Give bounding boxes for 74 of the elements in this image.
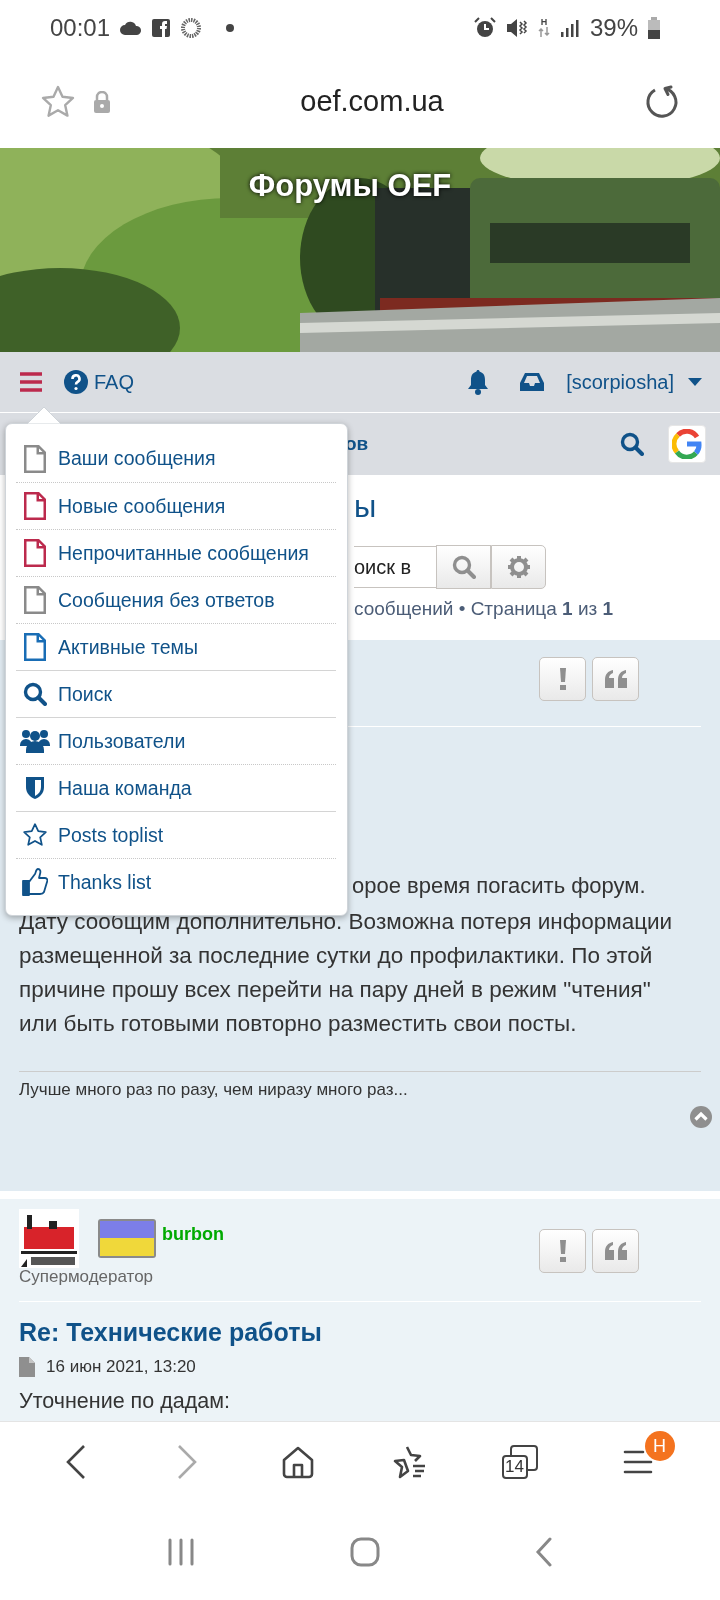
menu-item[interactable]: Сообщения без ответов — [16, 576, 336, 623]
dot-icon — [226, 23, 235, 32]
menu-item[interactable]: Активные темы — [16, 623, 336, 670]
cloud-icon — [120, 20, 143, 35]
quote-button[interactable] — [592, 657, 639, 701]
network-type-label: H — [540, 18, 548, 27]
url-text[interactable]: oef.com.ua — [128, 85, 626, 118]
alarm-icon — [473, 16, 496, 39]
faq-link[interactable]: FAQ — [64, 370, 134, 394]
search-icon — [451, 555, 476, 579]
user-menu-link[interactable]: [scorpiosha] — [566, 370, 702, 394]
menu-item[interactable]: Новые сообщения — [16, 482, 336, 529]
signature-text: Лучше много раз по разу, чем ниразу много раз... — [19, 1071, 701, 1100]
back-icon[interactable] — [534, 1537, 553, 1567]
settings-icon — [506, 555, 531, 579]
bookmark-star-icon[interactable] — [40, 83, 76, 120]
reload-icon[interactable] — [644, 83, 680, 120]
settings-button[interactable] — [491, 545, 546, 589]
tabs-button[interactable]: 14 — [489, 1437, 550, 1487]
file-icon — [19, 1357, 35, 1377]
menu-item[interactable]: Наша команда — [16, 764, 336, 811]
report-button[interactable] — [539, 1229, 586, 1273]
help-icon — [64, 370, 88, 394]
menu-item[interactable]: Posts toplist — [16, 811, 336, 858]
shield-icon — [25, 776, 45, 800]
multicolor-logo-icon — [672, 429, 702, 459]
star-icon — [22, 822, 48, 848]
forward-icon — [175, 1444, 198, 1480]
mute-icon — [505, 17, 528, 38]
menu-item[interactable]: Поиск — [16, 670, 336, 717]
home-icon — [280, 1445, 315, 1479]
caret-icon — [688, 378, 702, 386]
pagination-text: сообщений • Страница 1 из 1 — [354, 598, 615, 620]
menu-item[interactable]: Ваши сообщения — [16, 435, 336, 482]
search-button[interactable] — [436, 545, 491, 589]
quote-icon — [604, 1242, 627, 1260]
inbox-icon[interactable] — [520, 372, 545, 392]
back-to-top-icon[interactable] — [690, 1106, 712, 1128]
users-icon — [20, 728, 50, 754]
home-icon[interactable] — [350, 1537, 380, 1567]
bell-icon[interactable] — [466, 369, 491, 395]
topic-title: ы — [354, 488, 378, 526]
ring-icon — [180, 16, 203, 39]
lock-icon — [94, 90, 110, 113]
notification-badge: H — [644, 1431, 675, 1461]
battery-icon — [648, 16, 660, 39]
post-text: Уточнение по дадам: — [19, 1389, 231, 1414]
user-rank: Супермодератор — [19, 1267, 155, 1287]
forum-title: Форумы OEF — [248, 168, 452, 204]
post-text: орое время погасить форум. — [352, 872, 647, 900]
thumbs-up-icon — [22, 868, 48, 896]
menu-icon — [622, 1449, 653, 1475]
menu-item[interactable]: Пользователи — [16, 717, 336, 764]
data-arrows-icon — [537, 27, 550, 37]
signal-icon — [559, 18, 580, 37]
clock-time: 00:01 — [50, 13, 111, 42]
logo-button[interactable] — [668, 425, 706, 463]
quote-button[interactable] — [592, 1229, 639, 1273]
menu-item[interactable]: Непрочитанные сообщения — [16, 529, 336, 576]
menu-icon[interactable] — [20, 372, 42, 392]
flag-icon — [98, 1219, 156, 1258]
search-icon — [23, 682, 47, 706]
report-button[interactable] — [539, 657, 586, 701]
back-icon — [64, 1444, 87, 1480]
menu-item[interactable]: Thanks list — [16, 858, 336, 905]
exclamation-icon — [558, 1240, 567, 1262]
post-date: 16 июн 2021, 13:20 — [46, 1357, 196, 1377]
quote-icon — [604, 670, 627, 688]
square-app-icon — [152, 18, 171, 37]
post-title[interactable]: Re: Технические работы — [19, 1318, 701, 1347]
battery-percent: 39% — [589, 13, 638, 42]
recent-apps-icon[interactable] — [167, 1538, 196, 1566]
search-icon[interactable] — [620, 432, 644, 456]
exclamation-icon — [558, 668, 567, 690]
